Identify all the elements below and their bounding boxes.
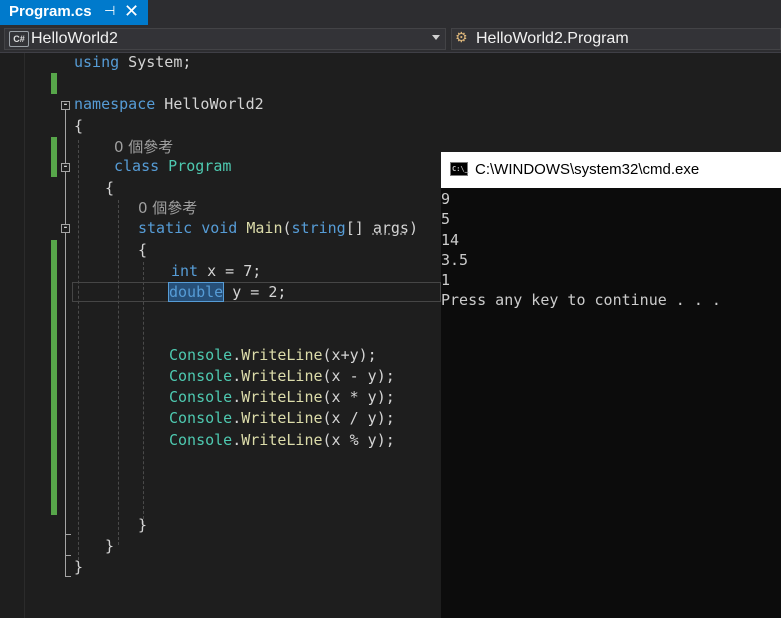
method-name: WriteLine xyxy=(241,388,323,406)
code-text: [] xyxy=(345,219,373,237)
code-text: (x % y); xyxy=(322,431,395,449)
method-name: Main xyxy=(246,219,283,237)
method-name: WriteLine xyxy=(241,367,323,385)
console-output-line: 3.5 xyxy=(441,251,469,269)
console-class: Console xyxy=(169,409,233,427)
code-line-using: using System; xyxy=(74,52,191,72)
collapse-namespace-icon[interactable]: - xyxy=(61,101,70,110)
code-line-writeline: Console.WriteLine(x - y); xyxy=(169,366,395,386)
code-text: y = 2; xyxy=(223,283,287,301)
method-name: WriteLine xyxy=(241,346,323,364)
class-dropdown-label: HelloWorld2.Program xyxy=(476,30,629,47)
code-text: . xyxy=(232,409,242,427)
chevron-down-icon[interactable] xyxy=(432,35,440,40)
code-line-writeline: Console.WriteLine(x+y); xyxy=(169,345,377,365)
code-line-brace: } xyxy=(74,558,84,576)
csharp-project-icon: C# xyxy=(9,31,29,47)
tab-label: Program.cs xyxy=(9,3,92,20)
fold-line xyxy=(65,233,66,576)
fold-line xyxy=(65,110,66,163)
console-class: Console xyxy=(169,431,233,449)
code-line-main: static void Main(string[] args) xyxy=(138,218,418,238)
code-line-writeline: Console.WriteLine(x * y); xyxy=(169,387,395,407)
code-line-brace: { xyxy=(74,117,84,135)
code-text: . xyxy=(232,388,242,406)
code-text: . xyxy=(232,346,242,364)
code-line-writeline: Console.WriteLine(x % y); xyxy=(169,430,395,450)
change-marker xyxy=(51,137,57,177)
console-class: Console xyxy=(169,388,233,406)
console-class: Console xyxy=(169,367,233,385)
console-window[interactable] xyxy=(441,152,781,618)
console-title: C:\WINDOWS\system32\cmd.exe xyxy=(475,161,700,178)
console-output-line: 5 xyxy=(441,210,451,228)
code-line-brace: } xyxy=(138,516,148,534)
codelens-references[interactable]: 0 個參考 xyxy=(114,137,173,157)
cmd-icon: C:\_ xyxy=(450,162,469,176)
code-text: . xyxy=(232,431,242,449)
code-line-int-x: int x = 7; xyxy=(171,261,261,281)
fold-end xyxy=(65,576,71,577)
keyword: string xyxy=(291,219,346,237)
namespace-name: HelloWorld2 xyxy=(155,95,264,113)
code-line-class: class Program xyxy=(114,156,231,176)
selected-keyword[interactable]: double xyxy=(167,282,225,302)
console-output-line: 9 xyxy=(441,190,451,208)
code-text: (x - y); xyxy=(322,367,395,385)
code-text: ( xyxy=(282,219,292,237)
fold-end xyxy=(65,555,71,556)
code-text: (x+y); xyxy=(322,346,377,364)
code-text: . xyxy=(232,367,242,385)
keyword: class xyxy=(114,157,160,175)
code-line-writeline: Console.WriteLine(x / y); xyxy=(169,408,395,428)
project-dropdown-label: HelloWorld2 xyxy=(31,30,118,47)
keyword: void xyxy=(201,219,238,237)
method-name: WriteLine xyxy=(241,431,323,449)
code-line-brace: { xyxy=(138,241,148,259)
change-marker xyxy=(51,73,57,94)
close-icon[interactable]: ✕ xyxy=(124,1,139,22)
class-name: Program xyxy=(159,157,232,175)
code-line-namespace: namespace HelloWorld2 xyxy=(74,94,264,114)
console-output-line: 1 xyxy=(441,271,451,289)
method-name: WriteLine xyxy=(241,409,323,427)
keyword: static xyxy=(138,219,193,237)
code-text: System; xyxy=(119,53,192,71)
code-text: x = 7; xyxy=(198,262,262,280)
code-line-brace: { xyxy=(105,179,115,197)
indent-guide xyxy=(78,140,79,565)
class-scope-icon: ⚙ xyxy=(455,30,468,46)
console-output-line: Press any key to continue . . . xyxy=(441,291,721,309)
fold-line xyxy=(65,172,66,224)
code-text: ) xyxy=(408,219,418,237)
fold-end xyxy=(65,534,71,535)
collapse-class-icon[interactable]: - xyxy=(61,163,70,172)
codelens-references[interactable]: 0 個參考 xyxy=(138,198,197,218)
console-output-line: 14 xyxy=(441,231,460,249)
code-line-double-y: double y = 2; xyxy=(167,282,287,302)
keyword: int xyxy=(171,262,199,280)
editor-margin xyxy=(24,53,25,618)
change-marker xyxy=(51,240,57,515)
console-class: Console xyxy=(169,346,233,364)
pin-icon[interactable]: ⊣ xyxy=(104,4,115,19)
parameter-args: args xyxy=(372,219,409,237)
keyword: namespace xyxy=(74,95,156,113)
code-text: (x * y); xyxy=(322,388,395,406)
keyword: using xyxy=(74,53,120,71)
indent-guide xyxy=(118,200,119,545)
code-line-brace: } xyxy=(105,537,115,555)
code-text: (x / y); xyxy=(322,409,395,427)
collapse-method-icon[interactable]: - xyxy=(61,224,70,233)
